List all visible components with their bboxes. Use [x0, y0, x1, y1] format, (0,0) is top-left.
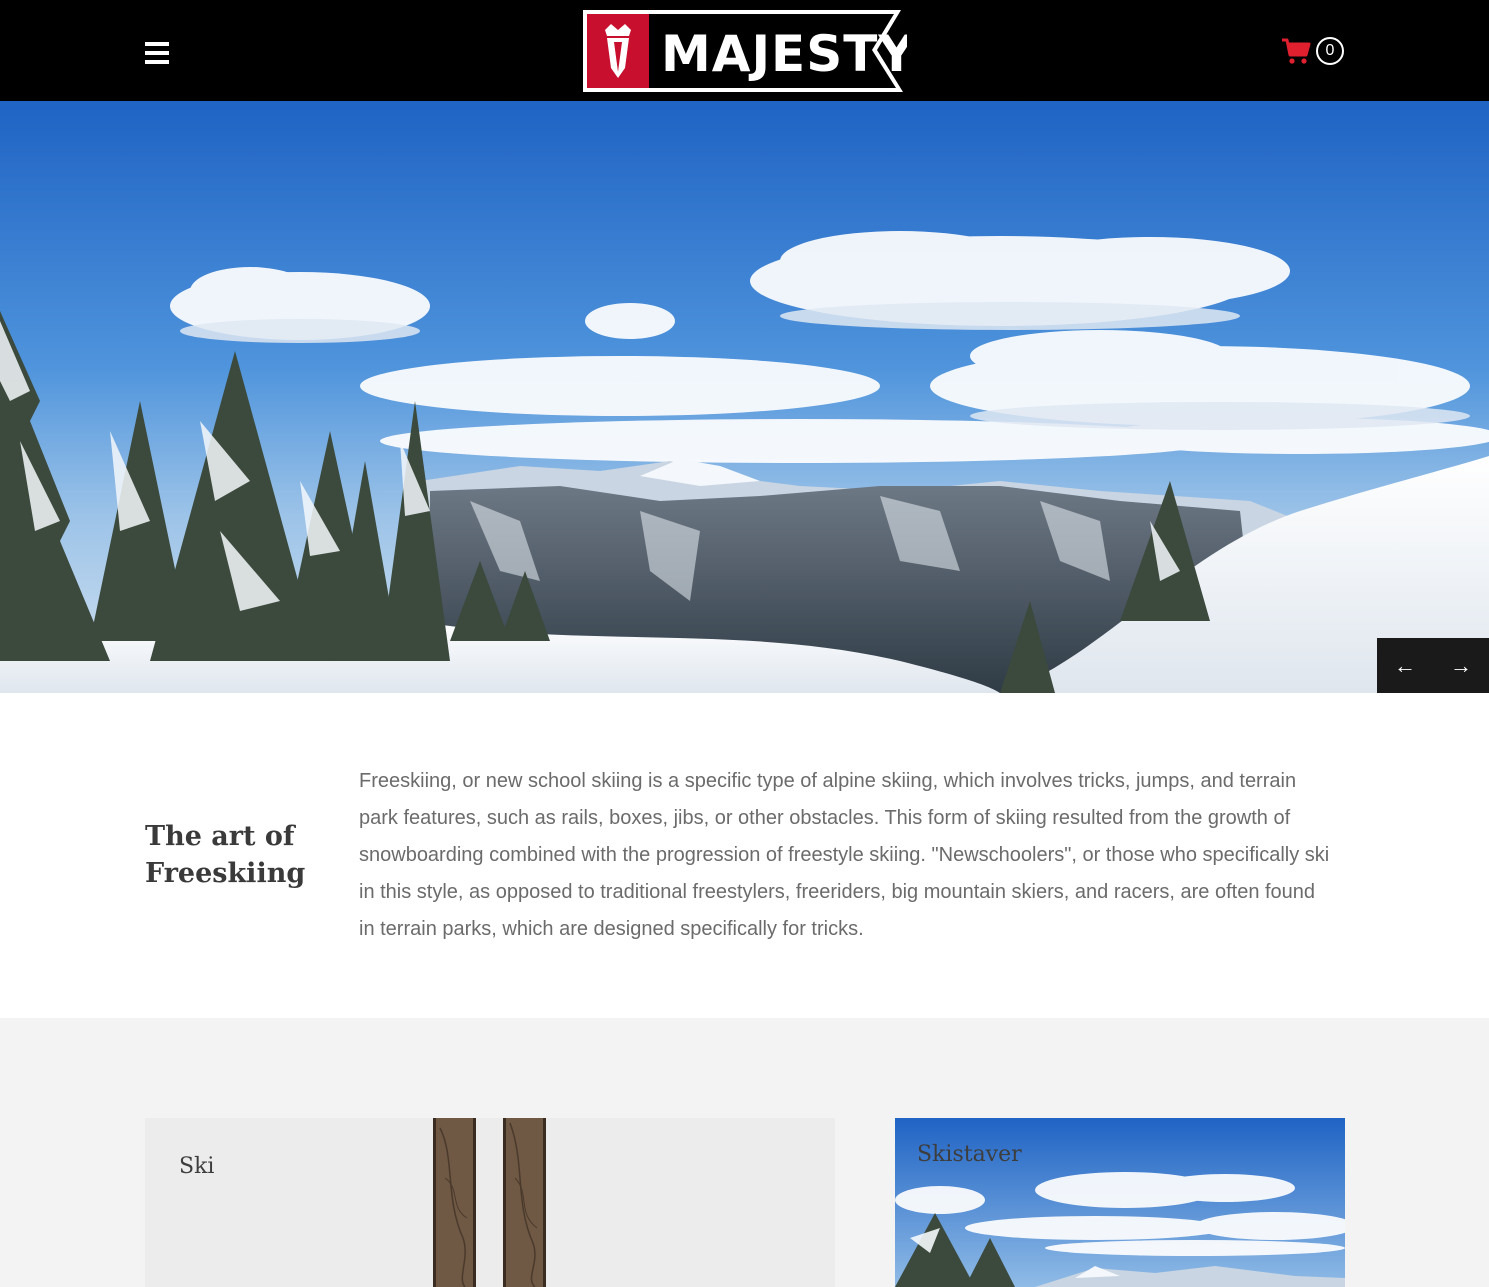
intro-title: The art of Freeskiing: [145, 821, 306, 889]
product-card-label: Skistaver: [917, 1142, 1022, 1167]
arrow-left-icon[interactable]: ←: [1377, 638, 1433, 693]
product-card-skistaver[interactable]: Skistaver: [895, 1118, 1345, 1287]
cart-count-badge: 0: [1316, 37, 1344, 65]
hamburger-icon[interactable]: [145, 42, 169, 66]
hero-slider: ← →: [0, 101, 1489, 693]
product-card-ski[interactable]: Ski: [145, 1118, 835, 1287]
arrow-right-icon[interactable]: →: [1433, 638, 1489, 693]
slider-nav: ← →: [1377, 638, 1489, 693]
products-section: Ski Skistaver: [0, 1018, 1489, 1287]
site-header: MAJESTY 0: [0, 0, 1489, 101]
majesty-logo[interactable]: MAJESTY: [581, 8, 915, 94]
product-card-label: Ski: [179, 1154, 215, 1179]
hero-image: [0, 101, 1489, 693]
cart-button[interactable]: 0: [1281, 36, 1344, 66]
logo-text: MAJESTY: [661, 25, 907, 83]
intro-body: Freeskiing, or new school skiing is a sp…: [359, 770, 1330, 940]
cart-icon: [1282, 38, 1311, 64]
ski-image: [433, 1118, 546, 1287]
